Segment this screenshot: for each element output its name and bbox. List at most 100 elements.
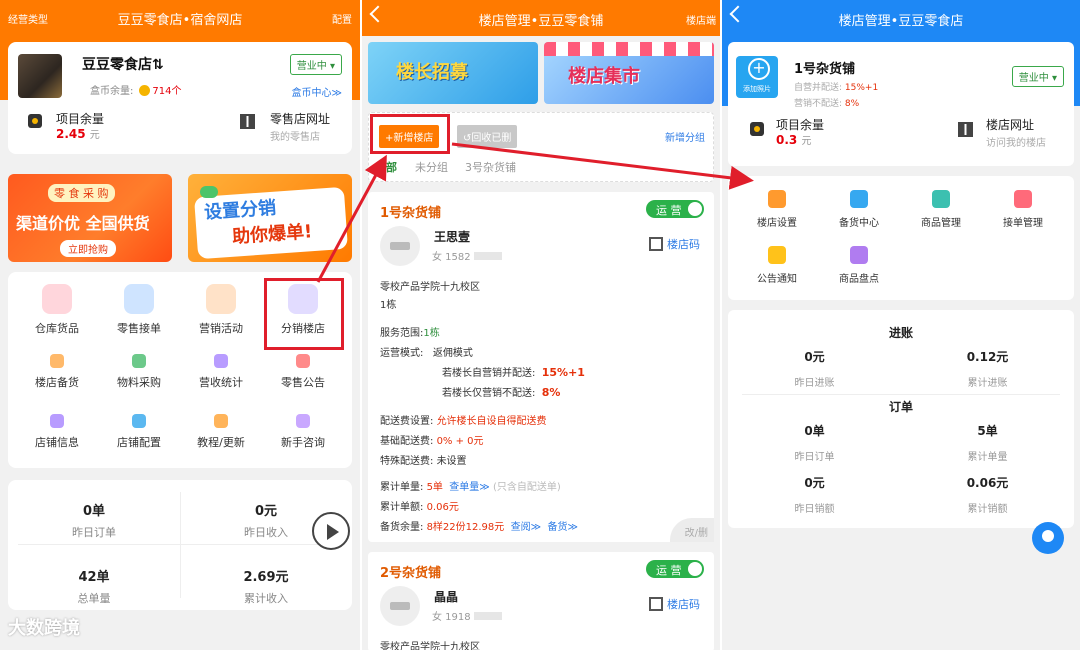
chat-icon — [296, 414, 310, 428]
commission-self-deliver: 自营并配送: 15%+1 — [794, 83, 879, 93]
store-url-label[interactable]: 楼店网址 — [986, 116, 1034, 133]
manager-info: 女 1918 — [432, 608, 502, 623]
store-name[interactable]: 2号杂货铺 — [380, 562, 441, 581]
video-play-icon[interactable] — [312, 512, 350, 550]
store-school: 零校产品学院十九校区 — [380, 282, 480, 293]
grid-item-retail-orders[interactable]: 零售接单 — [96, 284, 182, 336]
balance-value: 2.45 元 — [56, 127, 100, 141]
view-stock-link[interactable]: 查阅≫ — [511, 522, 541, 533]
order-value: 0.06元 — [966, 476, 1009, 490]
add-photo-button[interactable]: 添加照片 — [736, 56, 778, 98]
manager-info: 女 1582 — [432, 248, 502, 263]
customer-service-icon[interactable] — [1032, 522, 1064, 554]
store-name[interactable]: 1号杂货铺 — [380, 202, 441, 221]
distribution-banner[interactable]: 设置分销 助你爆单! — [188, 174, 352, 262]
shop-info-card: 豆豆零食店⇅ 盒币余量: 714个 营业中 ▾ 盒币中心≫ 项目余量 2.45 元… — [8, 42, 352, 154]
chart-icon — [214, 354, 228, 368]
menu-inventory-check[interactable]: 商品盘点 — [824, 246, 894, 285]
store-status-toggle[interactable]: 运 营 — [646, 560, 704, 578]
watermark-text: 大数跨境 — [8, 618, 80, 639]
screenshot-stage: 经营类型 豆豆零食店•宿舍网店 配置 豆豆零食店⇅ 盒币余量: 714个 营业中 … — [0, 0, 1080, 650]
grid-item-material-purchase[interactable]: 物料采购 — [96, 354, 182, 390]
grid-item-shop-info[interactable]: 店铺信息 — [14, 414, 100, 450]
box-icon — [50, 354, 64, 368]
business-status-dropdown[interactable]: 营业中 ▾ — [289, 54, 342, 75]
shop-home-panel: 经营类型 豆豆零食店•宿舍网店 配置 豆豆零食店⇅ 盒币余量: 714个 营业中 … — [0, 0, 360, 650]
store-url-sub: 访问我的楼店 — [986, 138, 1046, 149]
grid-item-retail-notice[interactable]: 零售公告 — [260, 354, 346, 390]
store-card: 1号杂货铺 运 营 王思壹 女 1582 楼店码 零校产品学院十九校区 1栋 服… — [368, 192, 714, 542]
recruit-banner[interactable]: 楼长招募 — [368, 42, 538, 104]
commission-market-only: 营销不配送: 8% — [794, 99, 860, 109]
shop-name[interactable]: 豆豆零食店⇅ — [82, 54, 164, 74]
rule-market-only: 若楼长仅营销不配送: 8% — [442, 386, 561, 399]
grid-item-marketing[interactable]: 营销活动 — [178, 284, 264, 336]
orders-title: 订单 — [888, 400, 913, 414]
highlight-box-distribution — [264, 278, 344, 350]
banner-tag: 零 食 采 购 — [48, 184, 115, 202]
stat-label: 总单量 — [77, 592, 111, 605]
balance-label: 项目余量 — [56, 112, 105, 126]
buy-now-button[interactable]: 立即抢购 — [60, 240, 116, 257]
config-link[interactable]: 配置 — [332, 11, 352, 26]
clipboard-icon — [1014, 190, 1032, 208]
menu-announcement[interactable]: 公告通知 — [742, 246, 812, 285]
menu-store-settings[interactable]: 楼店设置 — [742, 190, 812, 229]
income-value: 0.12元 — [966, 350, 1009, 364]
store-menu-grid: 楼店设置 备货中心 商品管理 接单管理 公告通知 商品盘点 — [728, 176, 1074, 300]
search-icon — [850, 246, 868, 264]
order-value: 5单 — [977, 424, 998, 438]
balance-label: 项目余量 — [776, 118, 825, 132]
manager-name: 王思壹 — [434, 230, 471, 244]
edit-delete-button[interactable]: 改/删 — [670, 518, 714, 542]
special-delivery-fee: 特殊配送费: 未设置 — [380, 456, 467, 467]
business-status-dropdown[interactable]: 营业中 ▾ — [1011, 66, 1064, 87]
qr-code-icon — [649, 237, 663, 251]
masked-phone — [473, 612, 502, 620]
page-title: 豆豆零食店•宿舍网店 — [117, 13, 243, 28]
grid-item-tutorial[interactable]: 教程/更新 — [178, 414, 264, 450]
market-banner[interactable]: 楼店集市 — [544, 42, 714, 104]
qr-code-icon — [240, 114, 255, 129]
restock-link[interactable]: 备货≫ — [547, 522, 577, 533]
menu-product-management[interactable]: 商品管理 — [906, 190, 976, 229]
view-orders-link[interactable]: 查单量≫ — [449, 482, 489, 493]
coin-balance: 盒币余量: 714个 — [90, 82, 181, 97]
tab-ungrouped[interactable]: 未分组 — [415, 159, 448, 175]
grid-item-shop-config[interactable]: 店铺配置 — [96, 414, 182, 450]
store-name: 1号杂货铺 — [794, 62, 856, 77]
stock-remaining: 备货余量: 8样22份12.98元 查阅≫ 备货≫ — [380, 522, 578, 533]
shop-photo[interactable] — [18, 54, 62, 98]
stat-value: 2.69元 — [243, 570, 289, 585]
menu-stock-center[interactable]: 备货中心 — [824, 190, 894, 229]
operation-mode: 运营模式: 返佣模式 — [380, 348, 473, 359]
order-label: 昨日销额 — [794, 504, 835, 515]
store-url-label[interactable]: 零售店网址 — [270, 110, 330, 127]
manager-avatar — [380, 226, 420, 266]
grid-item-revenue-stats[interactable]: 营收统计 — [178, 354, 264, 390]
info-icon — [50, 414, 64, 428]
coin-center-link[interactable]: 盒币中心≫ — [292, 84, 342, 99]
store-qr-link[interactable]: 楼店码 — [649, 596, 700, 612]
recycle-deleted-button[interactable]: ↺回收已删 — [457, 125, 518, 148]
qr-code-icon — [649, 597, 663, 611]
highlight-box-add-store — [370, 114, 450, 154]
tab-store-3[interactable]: 3号杂货铺 — [465, 159, 516, 175]
market-banner-text: 楼店集市 — [568, 66, 640, 87]
coin-value: 714个 — [152, 86, 182, 97]
grid-item-warehouse[interactable]: 仓库货品 — [14, 284, 100, 336]
grid-item-store-stock[interactable]: 楼店备货 — [14, 354, 100, 390]
section-divider — [742, 394, 1060, 395]
store-qr-link[interactable]: 楼店码 — [649, 236, 700, 252]
store-end-link[interactable]: 楼店端 — [686, 12, 716, 27]
menu-order-management[interactable]: 接单管理 — [988, 190, 1058, 229]
add-group-link[interactable]: 新增分组 — [665, 129, 705, 144]
tab-all[interactable]: 全部 — [375, 159, 397, 175]
store-summary-card: 添加照片 1号杂货铺 自营并配送: 15%+1 营销不配送: 8% 营业中 ▾ … — [728, 42, 1074, 166]
order-label: 累计单量 — [967, 452, 1008, 463]
store-school: 零校产品学院十九校区 — [380, 642, 480, 650]
snack-purchase-banner[interactable]: 零 食 采 购 渠道价优 全国供货 立即抢购 — [8, 174, 172, 262]
store-status-toggle[interactable]: 运 营 — [646, 200, 704, 218]
grid-item-help[interactable]: 新手咨询 — [260, 414, 346, 450]
income-label: 昨日进账 — [794, 378, 835, 389]
